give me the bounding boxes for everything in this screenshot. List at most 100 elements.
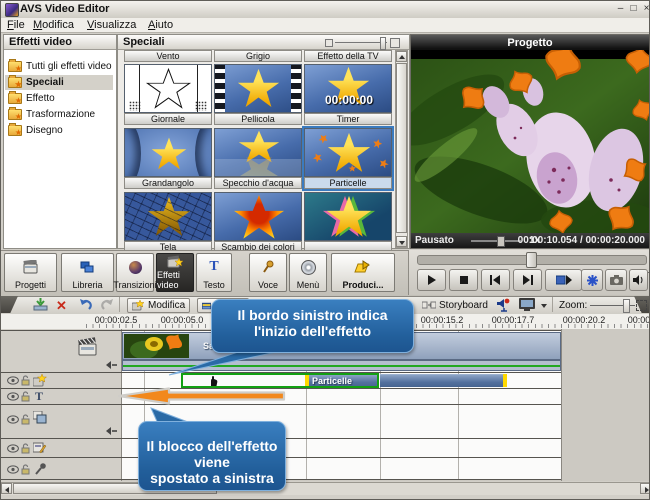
- audio-link-icon[interactable]: [105, 427, 118, 435]
- toolbar-separator: [119, 297, 120, 312]
- timeline-zoom-handle[interactable]: [623, 299, 630, 313]
- microphone-icon: [250, 254, 286, 280]
- menu-visualizza[interactable]: Visualizza: [83, 19, 140, 31]
- toolbar-voce-button[interactable]: Voce: [249, 253, 287, 292]
- thumb-size-large-icon: [390, 38, 400, 48]
- timeline-hscrollbar[interactable]: [1, 482, 650, 495]
- effect-cell-giornale[interactable]: Giornale: [124, 64, 212, 125]
- speed-slider-handle[interactable]: [497, 236, 505, 247]
- mute-icon[interactable]: [495, 298, 510, 315]
- disc-icon: [290, 254, 326, 280]
- effect-cell-scambio-colori[interactable]: Scambio dei colori: [214, 192, 302, 253]
- folder-star-icon: ★: [8, 125, 22, 136]
- lock-icon[interactable]: [21, 375, 30, 386]
- eye-icon[interactable]: [7, 376, 19, 385]
- monitor-icon[interactable]: [518, 298, 538, 315]
- split-clip-icon[interactable]: [33, 298, 48, 314]
- menu-file[interactable]: File: [3, 19, 29, 31]
- seek-handle[interactable]: [526, 252, 537, 268]
- folder-star-icon: ★: [8, 93, 22, 104]
- sidebar-item-tutti[interactable]: ★ Tutti gli effetti video: [5, 59, 113, 74]
- effect-cell-specchio[interactable]: Specchio d'acqua: [214, 128, 302, 189]
- effect-end-marker[interactable]: [503, 374, 507, 387]
- toolbar-testo-button[interactable]: T Testo: [196, 253, 232, 292]
- toolbar-produci-button[interactable]: Produci...: [331, 253, 395, 292]
- zoom-fit-icon[interactable]: [636, 300, 647, 311]
- sidebar-item-trasformazione[interactable]: ★ Trasformazione: [5, 107, 113, 122]
- colored-star-thumbnail: [304, 192, 392, 241]
- scambio-colori-thumbnail: [214, 192, 302, 241]
- maximize-button[interactable]: □: [627, 3, 640, 15]
- giornale-thumbnail: [124, 64, 212, 113]
- eye-icon[interactable]: [7, 444, 19, 453]
- toolbar-libreria-button[interactable]: Libreria: [61, 253, 114, 292]
- monitor-dropdown-icon[interactable]: [541, 304, 547, 308]
- menu-modifica[interactable]: Modifica: [29, 19, 78, 31]
- text-icon: T: [197, 254, 231, 280]
- stop-button[interactable]: [449, 269, 478, 291]
- sidebar-item-disegno[interactable]: ★ Disegno: [5, 123, 113, 138]
- effect-label-grigio[interactable]: Grigio: [214, 50, 302, 62]
- projects-icon: [5, 254, 56, 280]
- sidebar-item-effetto[interactable]: ★ Effetto: [5, 91, 113, 106]
- effect-label-vento[interactable]: Vento: [124, 50, 212, 62]
- snapshot-button[interactable]: [605, 269, 627, 291]
- toolbar-transizioni-button[interactable]: Transizioni: [116, 253, 154, 292]
- video-track-icon: [77, 337, 99, 357]
- eye-icon[interactable]: [7, 415, 19, 424]
- lock-icon[interactable]: [21, 391, 30, 402]
- effect-cell-unnamed[interactable]: [304, 192, 392, 253]
- playback-status-bar: Pausato 1x 00:00:10.054 / 00:00:20.000: [411, 233, 649, 248]
- menu-bar: File Modifica Visualizza Aiuto: [1, 18, 650, 33]
- toolbar-menu-button[interactable]: Menù: [289, 253, 327, 292]
- playback-controls: [408, 250, 650, 295]
- effects-scrollbar[interactable]: [395, 50, 408, 248]
- effect-cell-pellicola[interactable]: Pellicola: [214, 64, 302, 125]
- scroll-down-button[interactable]: [396, 236, 407, 247]
- effect-cell-particelle[interactable]: Particelle: [304, 128, 392, 189]
- text-track-icon: T: [35, 389, 43, 404]
- hscroll-left-button[interactable]: [1, 483, 12, 494]
- play-button[interactable]: [417, 269, 446, 291]
- eye-icon[interactable]: [7, 392, 19, 401]
- storyboard-label[interactable]: Storyboard: [439, 300, 488, 311]
- effect-cell-timer[interactable]: 00:00:00 Timer: [304, 64, 392, 125]
- eye-icon[interactable]: [7, 465, 19, 474]
- lock-icon[interactable]: [21, 414, 30, 425]
- effect-label-effetto-tv[interactable]: Effetto della TV: [304, 50, 392, 62]
- audio-link-icon[interactable]: [105, 361, 118, 369]
- effect-cell-grandangolo[interactable]: Grandangolo: [124, 128, 212, 189]
- frame-step-button[interactable]: [545, 269, 582, 291]
- track-headers: [1, 329, 122, 481]
- thumb-size-slider-handle[interactable]: [380, 37, 386, 50]
- lock-icon[interactable]: [21, 464, 30, 475]
- delete-icon[interactable]: ✕: [56, 298, 67, 314]
- close-button[interactable]: ×: [640, 3, 650, 15]
- lock-icon[interactable]: [21, 443, 30, 454]
- folder-star-icon: ★: [8, 77, 22, 88]
- preview-panel: Progetto: [410, 34, 650, 249]
- callout-2-line2: spostato a sinistra: [139, 470, 285, 486]
- folder-star-icon: ★: [8, 109, 22, 120]
- window-title: AVS Video Editor: [20, 3, 109, 15]
- scroll-up-button[interactable]: [396, 51, 407, 62]
- hscroll-right-button[interactable]: [640, 483, 650, 494]
- menu-aiuto[interactable]: Aiuto: [144, 19, 177, 31]
- callout-2-line1: Il blocco dell'effetto viene: [139, 438, 285, 470]
- time-display: 00:00:10.054 / 00:00:20.000: [518, 235, 645, 246]
- voice-track-icon: [34, 462, 47, 475]
- next-button[interactable]: [513, 269, 542, 291]
- minimize-button[interactable]: –: [614, 3, 627, 15]
- split-button[interactable]: [581, 269, 603, 291]
- specchio-thumbnail: [214, 128, 302, 177]
- redo-icon[interactable]: [99, 298, 114, 314]
- scrollbar-thumb[interactable]: [396, 63, 407, 233]
- toolbar-effetti-video-button[interactable]: Effetti video: [156, 253, 194, 292]
- toolbar-progetti-button[interactable]: Progetti: [4, 253, 57, 292]
- sidebar-item-speciali[interactable]: ★ Speciali: [5, 75, 113, 90]
- undo-icon[interactable]: [79, 298, 94, 314]
- previous-button[interactable]: [481, 269, 510, 291]
- volume-button[interactable]: [629, 269, 648, 291]
- speed-slider[interactable]: [471, 240, 521, 242]
- effect-cell-tela[interactable]: Tela: [124, 192, 212, 253]
